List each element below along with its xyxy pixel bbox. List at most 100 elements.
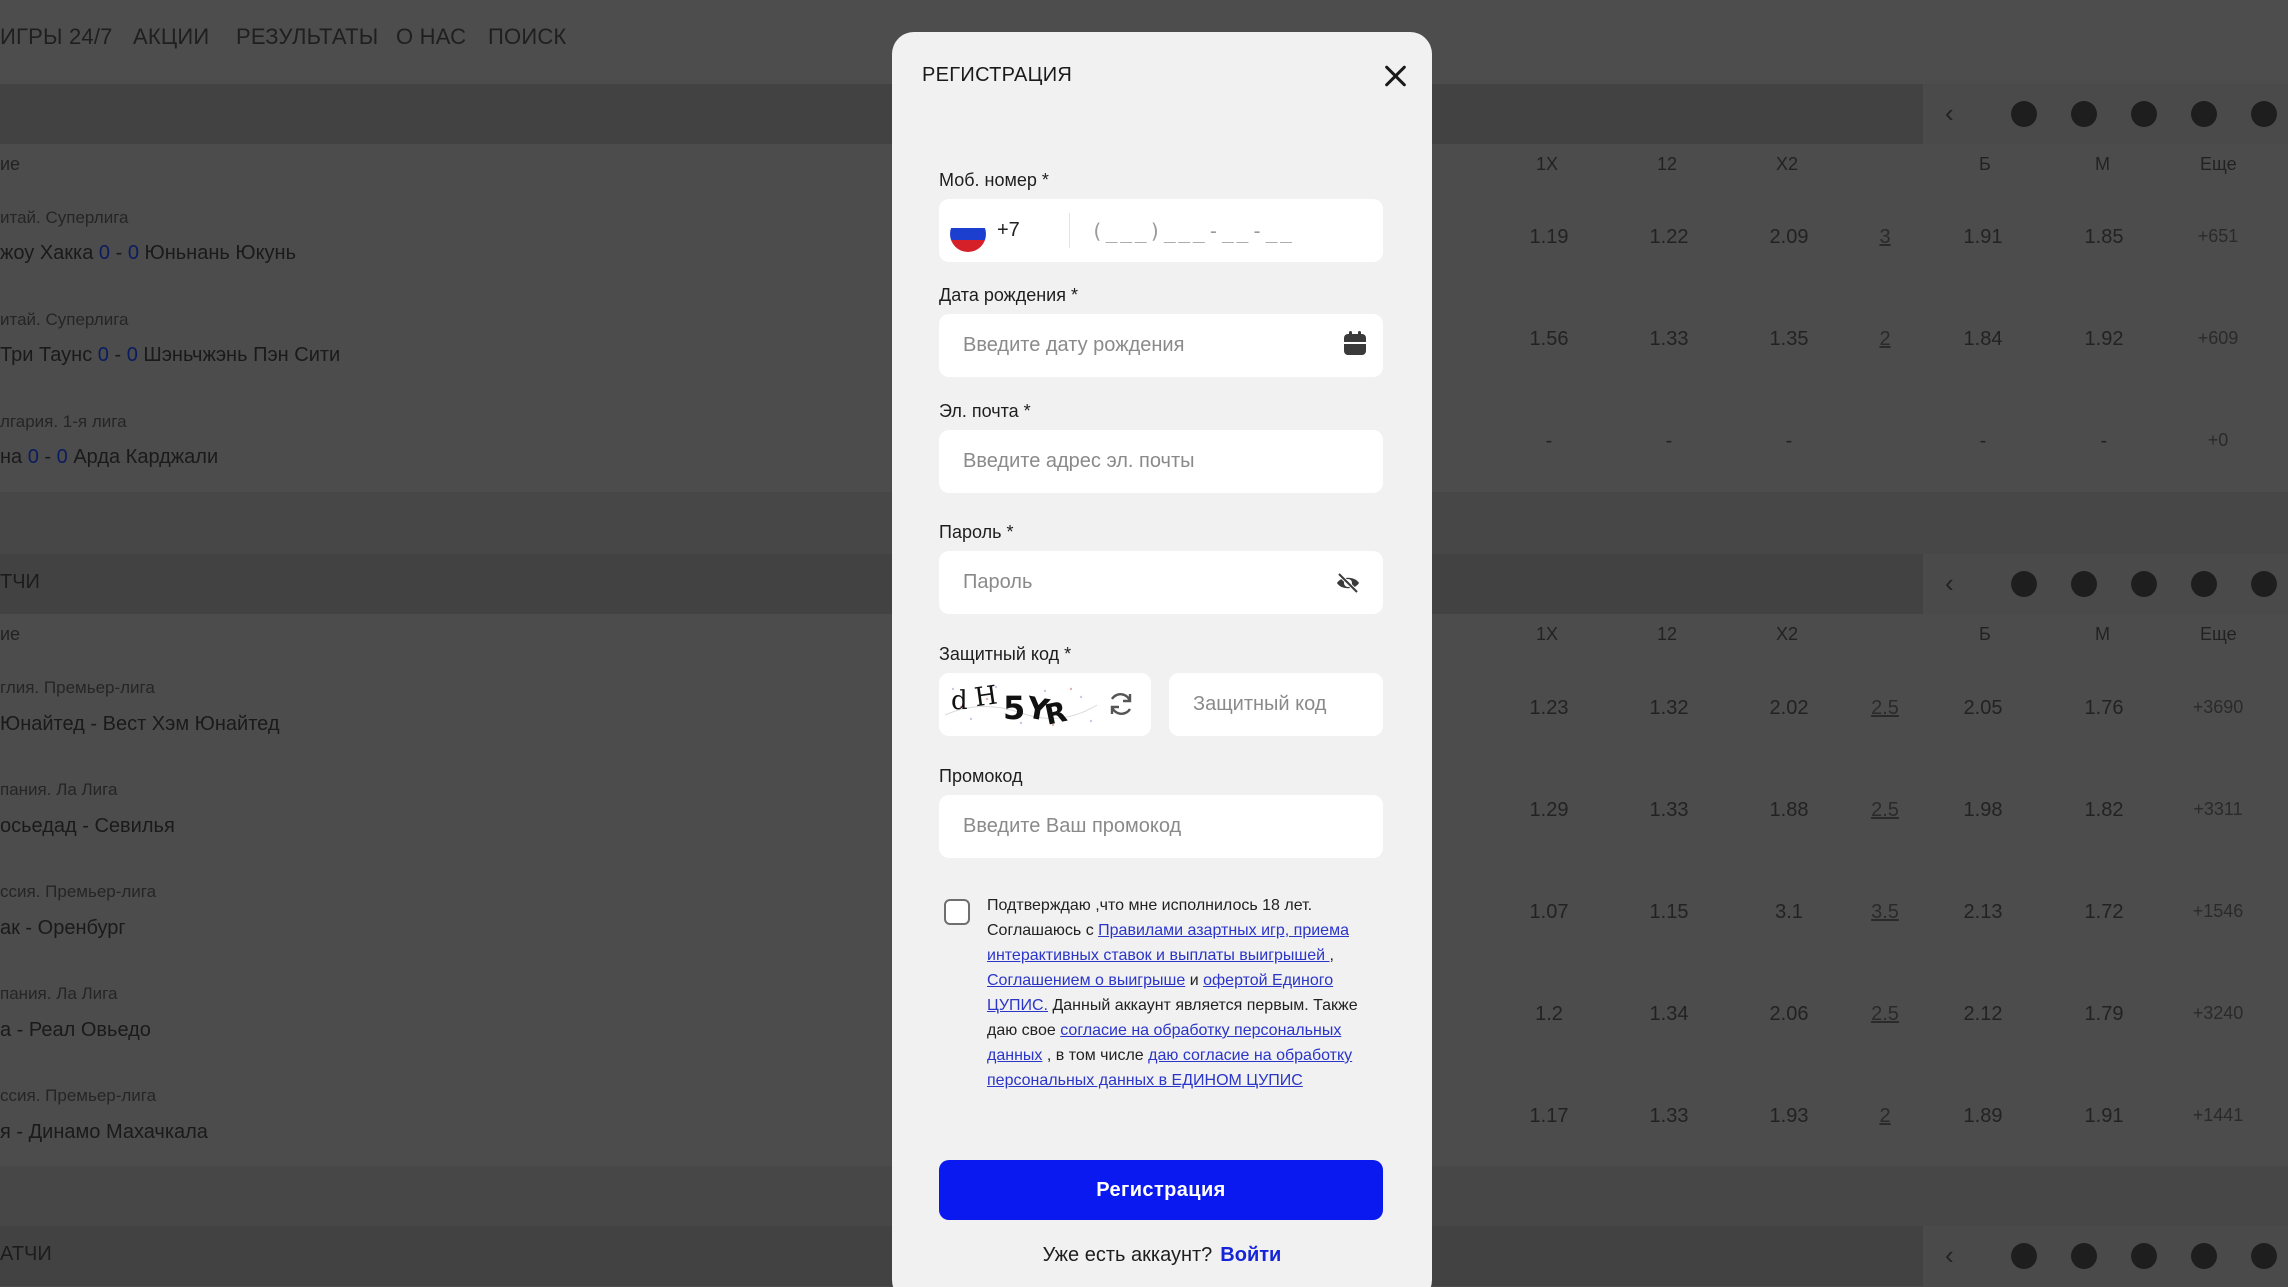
odd-x2[interactable]: 2.02 [1749,697,1829,720]
email-field[interactable] [939,430,1383,493]
nav-item-results[interactable]: РЕЗУЛЬТАТЫ [236,24,378,50]
odd-1x[interactable]: - [1509,430,1589,453]
birthdate-field[interactable] [939,314,1383,377]
football-icon[interactable] [2011,571,2037,597]
more-bets[interactable]: +3690 [2173,697,2263,718]
odd-m[interactable]: 1.82 [2064,799,2144,822]
nav-item-search[interactable]: ПОИСК [488,24,566,50]
odd-x2[interactable]: 1.35 [1749,328,1829,351]
odd-x2[interactable]: 3.1 [1749,901,1829,924]
total-value[interactable]: 2.5 [1845,799,1925,822]
more-bets[interactable]: +1441 [2173,1105,2263,1126]
basketball-icon[interactable] [2251,101,2277,127]
login-link[interactable]: Войти [1220,1244,1281,1266]
more-bets[interactable]: +651 [2173,226,2263,247]
match-teams[interactable]: ак - Оренбург [0,917,126,940]
hockey-icon[interactable] [2071,571,2097,597]
table-tennis-icon[interactable] [2191,101,2217,127]
match-teams[interactable]: а - Реал Овьедо [0,1019,151,1042]
odd-b[interactable]: - [1943,430,2023,453]
total-value[interactable]: 3 [1845,226,1925,249]
captcha-field[interactable] [1169,673,1383,736]
match-teams[interactable]: осьедад - Севилья [0,815,175,838]
odd-b[interactable]: 2.13 [1943,901,2023,924]
odd-m[interactable]: 1.91 [2064,1105,2144,1128]
total-value[interactable]: 3.5 [1845,901,1925,924]
odd-b[interactable]: 2.05 [1943,697,2023,720]
match-teams[interactable]: Три Таунс 0 - 0 Шэньчжэнь Пэн Сити [0,344,340,367]
password-field[interactable] [939,551,1383,614]
odd-b[interactable]: 1.84 [1943,328,2023,351]
promo-input[interactable] [939,795,1383,858]
captcha-input[interactable] [1169,673,1383,736]
total-value[interactable]: 2 [1845,328,1925,351]
odd-12[interactable]: 1.15 [1629,901,1709,924]
football-icon[interactable] [2011,1243,2037,1269]
odd-1x[interactable]: 1.17 [1509,1105,1589,1128]
odd-b[interactable]: 1.89 [1943,1105,2023,1128]
volleyball-icon[interactable] [2251,571,2277,597]
password-input[interactable] [939,551,1383,614]
volleyball-icon[interactable] [2251,1243,2277,1269]
odd-12[interactable]: 1.34 [1629,1003,1709,1026]
odd-x2[interactable]: 2.09 [1749,226,1829,249]
odd-1x[interactable]: 1.07 [1509,901,1589,924]
nav-item-about[interactable]: О НАС [396,24,466,50]
odd-12[interactable]: 1.33 [1629,799,1709,822]
more-bets[interactable]: +609 [2173,328,2263,349]
match-teams[interactable]: Юнайтед - Вест Хэм Юнайтед [0,713,280,736]
total-value[interactable]: 2.5 [1845,1003,1925,1026]
odd-b[interactable]: 1.91 [1943,226,2023,249]
odd-m[interactable]: 1.72 [2064,901,2144,924]
odd-x2[interactable]: - [1749,430,1829,453]
promo-field[interactable] [939,795,1383,858]
odd-12[interactable]: 1.32 [1629,697,1709,720]
odd-m[interactable]: 1.79 [2064,1003,2144,1026]
chevron-left-icon[interactable]: ‹ [1945,568,1954,599]
tennis-icon[interactable] [2071,1243,2097,1269]
odd-m[interactable]: - [2064,430,2144,453]
table-tennis-icon[interactable] [2131,1243,2157,1269]
phone-input[interactable]: (___)___-__-__ [1091,219,1295,243]
odd-m[interactable]: 1.85 [2064,226,2144,249]
winnings-agreement-link[interactable]: Соглашением о выигрыше [987,972,1185,989]
basketball-icon[interactable] [2191,1243,2217,1269]
hockey-icon[interactable] [2071,101,2097,127]
russia-flag-icon[interactable] [950,216,986,252]
email-input[interactable] [939,430,1383,493]
total-value[interactable]: 2 [1845,1105,1925,1128]
more-bets[interactable]: +0 [2173,430,2263,451]
age-consent-checkbox[interactable] [944,899,970,925]
chevron-left-icon[interactable]: ‹ [1945,98,1954,129]
nav-item-promotions[interactable]: АКЦИИ [133,24,209,50]
total-value[interactable]: 2.5 [1845,697,1925,720]
match-teams[interactable]: жоу Хакка 0 - 0 Юньнань Юкунь [0,242,296,265]
register-button[interactable]: Регистрация [939,1160,1383,1220]
odd-1x[interactable]: 1.19 [1509,226,1589,249]
more-bets[interactable]: +1546 [2173,901,2263,922]
odd-1x[interactable]: 1.56 [1509,328,1589,351]
refresh-icon[interactable] [1106,689,1136,719]
odd-1x[interactable]: 1.2 [1509,1003,1589,1026]
football-icon[interactable] [2011,101,2037,127]
odd-12[interactable]: 1.22 [1629,226,1709,249]
nav-item-games[interactable]: ИГРЫ 24/7 [0,24,113,50]
odd-m[interactable]: 1.92 [2064,328,2144,351]
chevron-left-icon[interactable]: ‹ [1945,1240,1954,1271]
odd-b[interactable]: 1.98 [1943,799,2023,822]
odd-12[interactable]: - [1629,430,1709,453]
odd-x2[interactable]: 2.06 [1749,1003,1829,1026]
odd-1x[interactable]: 1.29 [1509,799,1589,822]
match-teams[interactable]: я - Динамо Махачкала [0,1121,208,1144]
odd-12[interactable]: 1.33 [1629,1105,1709,1128]
close-icon[interactable] [1378,58,1414,94]
tennis-icon[interactable] [2131,571,2157,597]
calendar-icon[interactable] [1344,331,1366,355]
odd-1x[interactable]: 1.23 [1509,697,1589,720]
birthdate-input[interactable] [939,314,1383,377]
match-teams[interactable]: на 0 - 0 Арда Карджали [0,446,218,469]
odd-12[interactable]: 1.33 [1629,328,1709,351]
tennis-icon[interactable] [2131,101,2157,127]
phone-field[interactable]: +7 (___)___-__-__ [939,199,1383,262]
eye-off-icon[interactable] [1335,570,1361,596]
